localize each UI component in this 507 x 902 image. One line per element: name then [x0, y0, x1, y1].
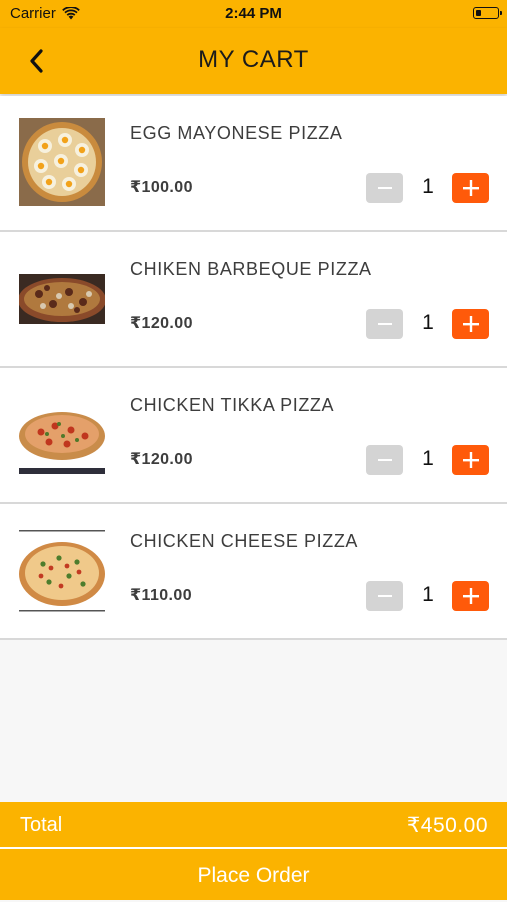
cart-item: EGG MAYONESE PIZZA ₹100.00 1 [0, 96, 507, 232]
plus-icon [462, 316, 479, 332]
cart-item: CHIKEN BARBEQUE PIZZA ₹120.00 1 [0, 232, 507, 368]
status-bar: Carrier 2:44 PM [0, 0, 507, 28]
quantity-value: 1 [422, 583, 434, 606]
item-name: EGG MAYONESE PIZZA [130, 123, 343, 143]
increase-quantity-button[interactable] [452, 309, 489, 339]
chicken-cheese-pizza-photo [19, 526, 105, 614]
total-value: ₹450.00 [406, 814, 488, 837]
item-price: ₹100.00 [130, 179, 193, 196]
battery-icon [473, 7, 502, 19]
item-name: CHIKEN BARBEQUE PIZZA [130, 259, 372, 279]
chiken-barbeque-pizza-photo [19, 254, 105, 342]
pizza-image [19, 118, 105, 206]
egg-mayonese-pizza-photo [19, 118, 105, 206]
minus-icon [377, 187, 392, 189]
place-order-button[interactable]: Place Order [0, 849, 507, 900]
increase-quantity-button[interactable] [452, 173, 489, 203]
cart-item: CHICKEN CHEESE PIZZA ₹110.00 1 [0, 504, 507, 640]
pizza-image [19, 390, 105, 478]
total-bar: Total ₹450.00 [0, 802, 507, 847]
pizza-image [19, 526, 105, 614]
quantity-value: 1 [422, 447, 434, 470]
minus-icon [377, 323, 392, 325]
minus-icon [377, 595, 392, 597]
cart-item: CHICKEN TIKKA PIZZA ₹120.00 1 [0, 368, 507, 504]
cart-list: EGG MAYONESE PIZZA ₹100.00 1 CHIKEN BARB… [0, 96, 507, 640]
battery-level [475, 9, 481, 16]
status-time: 2:44 PM [225, 5, 282, 22]
decrease-quantity-button[interactable] [366, 173, 403, 203]
item-price: ₹110.00 [130, 587, 192, 604]
total-label: Total [20, 814, 63, 836]
decrease-quantity-button[interactable] [366, 581, 403, 611]
increase-quantity-button[interactable] [452, 445, 489, 475]
decrease-quantity-button[interactable] [366, 445, 403, 475]
navigation-bar: MY CART [0, 28, 507, 94]
plus-icon [462, 452, 479, 468]
item-name: CHICKEN CHEESE PIZZA [130, 531, 359, 551]
increase-quantity-button[interactable] [452, 581, 489, 611]
item-price: ₹120.00 [130, 451, 193, 468]
plus-icon [462, 588, 479, 604]
minus-icon [377, 459, 392, 461]
chicken-tikka-pizza-photo [19, 390, 105, 478]
plus-icon [462, 180, 479, 196]
item-price: ₹120.00 [130, 315, 193, 332]
pizza-image [19, 254, 105, 342]
quantity-value: 1 [422, 175, 434, 198]
item-name: CHICKEN TIKKA PIZZA [130, 395, 335, 415]
decrease-quantity-button[interactable] [366, 309, 403, 339]
page-title: MY CART [198, 46, 309, 73]
quantity-value: 1 [422, 311, 434, 334]
